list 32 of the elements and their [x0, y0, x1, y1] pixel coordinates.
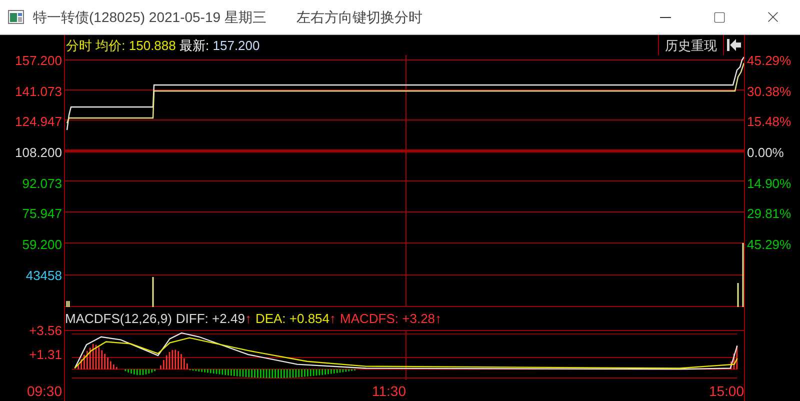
percent-axis-label: 14.90%: [747, 176, 792, 190]
percent-axis-label: 45.29%: [747, 54, 792, 67]
time-label: 15:00: [708, 384, 744, 398]
macd-legend-item: DIFF: +2.49↑: [176, 312, 252, 325]
macd-axis-label: +1.31: [29, 348, 62, 360]
time-label: 11:30: [372, 384, 406, 398]
maximize-icon: [712, 10, 726, 24]
percent-axis-label: 30.38%: [747, 84, 792, 98]
percent-axis-label: 15.48%: [747, 115, 792, 128]
price-axis-label: 59.200: [22, 238, 62, 251]
percent-axis-label: 29.81%: [747, 207, 792, 220]
window-title: 特一转债(128025) 2021-05-19 星期三: [33, 8, 266, 27]
price-axis-label: 124.947: [15, 115, 62, 128]
time-label: 09:30: [26, 384, 62, 398]
macd-axis-label: +3.56: [29, 324, 62, 336]
price-axis-label: 157.200: [15, 54, 62, 67]
app-icon: [8, 10, 24, 24]
percent-axis-label: 0.00%: [747, 146, 784, 159]
macd-legend-item: DEA: +0.854↑: [255, 312, 336, 325]
rewind-icon[interactable]: [727, 39, 741, 51]
price-axis-label: 43458: [26, 268, 62, 282]
history-replay-button[interactable]: 历史重现: [658, 35, 724, 55]
price-axis-label: 141.073: [15, 84, 62, 98]
price-axis-label: 108.200: [15, 146, 62, 159]
chart-legend: 分时 均价: 150.888 最新: 157.200: [66, 38, 260, 52]
price-axis-label: 75.947: [22, 207, 62, 220]
percent-axis-label: 45.29%: [747, 238, 792, 251]
macd-legend-item: MACDFS(12,26,9): [65, 312, 172, 325]
price-axis-label: 92.073: [22, 176, 62, 190]
keyboard-hint: 左右方向键切换分时: [296, 8, 422, 26]
macd-legend-item: MACDFS: +3.28↑: [340, 312, 442, 325]
minimize-icon: [660, 16, 670, 18]
